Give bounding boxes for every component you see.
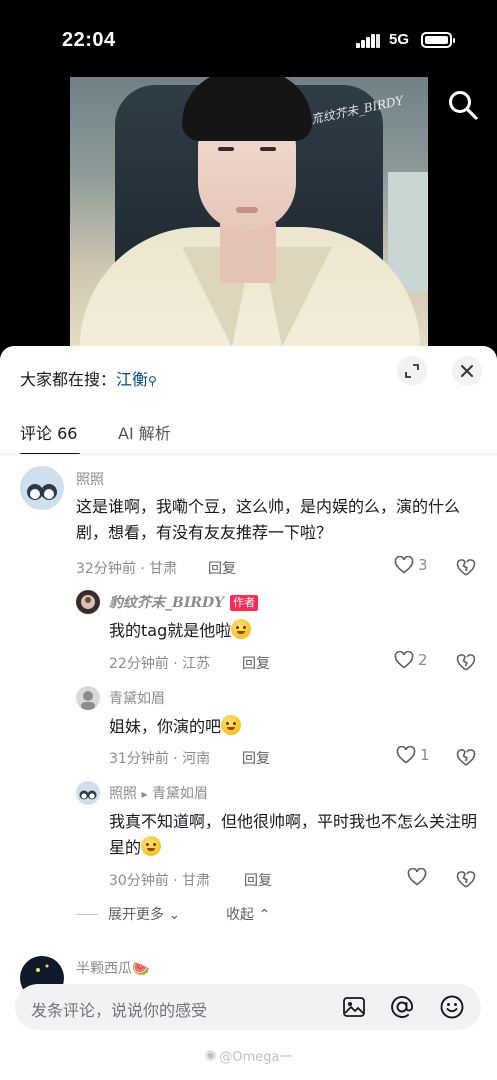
like-button[interactable]: 2 (394, 651, 428, 669)
comment-input[interactable]: 发条评论，说说你的感受 (15, 984, 481, 1030)
trending-search[interactable]: 大家都在搜：江衡⚲ (20, 366, 157, 390)
reply-to-username[interactable]: 青黛如眉 (152, 786, 208, 802)
tab-comments[interactable]: 评论 66 (20, 420, 77, 444)
close-icon (461, 365, 473, 377)
emoji-icon[interactable] (439, 994, 465, 1020)
like-button[interactable]: 3 (394, 556, 428, 574)
chevron-down-icon: ⌄ (168, 907, 181, 923)
trending-label: 大家都在搜： (20, 370, 117, 389)
comment-username[interactable]: 照照 (76, 469, 104, 489)
comment-item: 半颗西瓜🍉 (0, 954, 497, 1000)
trending-keyword[interactable]: 江衡 (116, 370, 148, 389)
author-badge: 作者 (230, 595, 259, 611)
like-count: 3 (418, 556, 428, 574)
like-button[interactable]: 1 (396, 746, 430, 764)
reply-item: 青黛如眉 姐妹，你演的吧 31分钟前 · 河南 回复 1 (0, 686, 497, 770)
broken-heart-icon[interactable] (455, 652, 477, 672)
heart-icon (394, 651, 414, 669)
broken-heart-icon[interactable] (455, 869, 477, 889)
battery-icon (421, 32, 455, 48)
close-sheet-button[interactable] (452, 356, 482, 386)
comment-item: 照照 这是谁啊，我嘞个豆，这么帅，是内娱的么，演的什么剧，想看，有没有友友推荐一… (0, 466, 497, 581)
comment-meta: 30分钟前 · 甘肃 (109, 873, 211, 889)
expand-icon (405, 364, 419, 378)
status-bar: 22:04 5G (0, 0, 497, 80)
comment-username[interactable]: 半颗西瓜🍉 (76, 958, 149, 978)
comment-username[interactable]: 照照 ▸ 青黛如眉 (109, 783, 208, 803)
tab-ai-analysis[interactable]: AI 解析 (118, 420, 171, 444)
comment-tabs: 评论 66 AI 解析 (20, 420, 490, 456)
avatar[interactable] (76, 781, 100, 805)
comment-username[interactable]: 青黛如眉 (109, 688, 165, 708)
comment-sheet: 大家都在搜：江衡⚲ 评论 66 AI 解析 照照 这是谁啊，我嘞个豆，这么帅，是… (0, 346, 497, 1080)
crying-laughing-emoji-icon (141, 836, 162, 856)
like-button[interactable] (407, 868, 431, 886)
expand-sheet-button[interactable] (397, 356, 427, 386)
broken-heart-icon[interactable] (455, 747, 477, 767)
network-label: 5G (389, 31, 410, 48)
chevron-up-icon: ⌃ (258, 907, 271, 923)
comment-meta: 22分钟前 · 江苏 (109, 656, 211, 672)
status-time: 22:04 (62, 29, 116, 51)
tabs-divider (0, 454, 497, 455)
trending-search-icon: ⚲ (148, 374, 157, 388)
collapse-button[interactable]: 收起 ⌃ (226, 904, 270, 924)
reply-button[interactable]: 回复 (242, 748, 270, 768)
signal-icon (356, 33, 380, 48)
divider (76, 914, 98, 915)
avatar[interactable] (76, 686, 100, 710)
mention-icon[interactable] (389, 994, 415, 1020)
comment-input-placeholder: 发条评论，说说你的感受 (31, 1001, 208, 1020)
comment-text: 我真不知道啊，但他很帅啊，平时我也不怎么关注明星的 (109, 812, 478, 857)
like-count: 1 (420, 746, 430, 764)
comment-text: 姐妹，你演的吧 (109, 714, 469, 740)
weibo-logo-icon: ◉ (205, 1048, 217, 1063)
thinking-emoji-icon (231, 619, 252, 639)
comment-text: 我的tag就是他啦 (109, 618, 469, 644)
avatar[interactable] (20, 466, 64, 510)
heart-icon (394, 556, 414, 574)
reply-button[interactable]: 回复 (242, 653, 270, 673)
footer-watermark: ◉ @Omega一 (205, 1048, 293, 1065)
thread-controls: 展开更多 ⌄ 收起 ⌃ (76, 904, 376, 926)
heart-icon (407, 868, 427, 886)
reply-button[interactable]: 回复 (208, 558, 236, 578)
comment-username[interactable]: 豹纹芥末_BIRDY 作者 (109, 592, 259, 612)
reply-item: 豹纹芥末_BIRDY 作者 我的tag就是他啦 22分钟前 · 江苏 回复 2 (0, 590, 497, 674)
search-icon[interactable] (446, 88, 480, 122)
heart-icon (396, 746, 416, 764)
expand-more-button[interactable]: 展开更多 ⌄ (108, 904, 180, 924)
reply-button[interactable]: 回复 (244, 870, 272, 890)
reply-arrow-icon: ▸ (141, 787, 148, 801)
avatar[interactable] (76, 590, 100, 614)
reply-item: 照照 ▸ 青黛如眉 我真不知道啊，但他很帅啊，平时我也不怎么关注明星的 30分钟… (0, 781, 497, 893)
comment-text: 这是谁啊，我嘞个豆，这么帅，是内娱的么，演的什么剧，想看，有没有友友推荐一下啦？ (76, 497, 461, 542)
broken-heart-icon[interactable] (455, 557, 477, 577)
comment-meta: 31分钟前 · 河南 (109, 751, 211, 767)
comment-meta: 32分钟前 · 甘肃 (76, 561, 178, 577)
smirk-emoji-icon (221, 715, 242, 735)
like-count: 2 (418, 651, 428, 669)
video-player[interactable]: 㐬纹芥未_BIRDY (70, 77, 428, 349)
image-icon[interactable] (341, 994, 367, 1020)
